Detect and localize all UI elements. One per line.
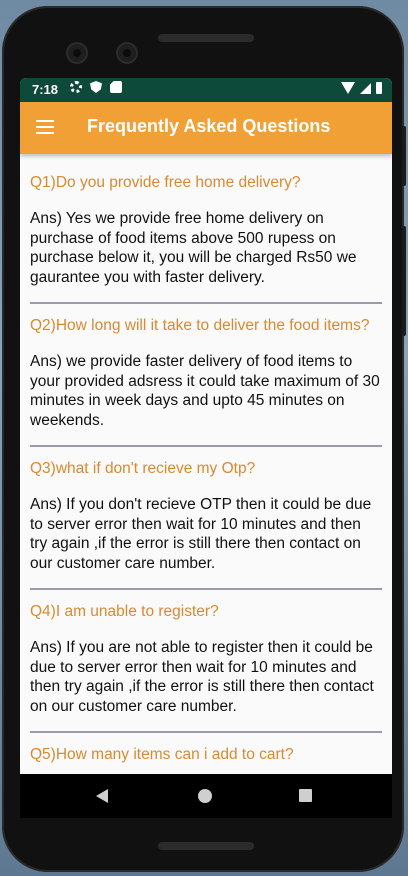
faq-item: Q3)what if don't recieve my Otp? Ans) If…: [20, 447, 392, 590]
bottom-speaker: [158, 842, 254, 850]
faq-item: Q2)How long will it take to deliver the …: [20, 304, 392, 447]
notification-icons: [70, 81, 122, 93]
faq-item: Q5)How many items can i add to cart?: [20, 733, 392, 765]
faq-answer: Ans) we provide faster delivery of food …: [30, 353, 380, 429]
app-bar: Frequently Asked Questions: [20, 102, 392, 154]
screen: 7:18 Frequently Asked Questions Q1)Do yo…: [20, 78, 392, 818]
wifi-icon: [341, 82, 355, 94]
status-bar: 7:18: [20, 78, 392, 102]
settings-icon: [70, 81, 82, 93]
faq-question: Q3)what if don't recieve my Otp?: [30, 460, 256, 477]
faq-item: Q1)Do you provide free home delivery? An…: [20, 154, 392, 304]
menu-icon[interactable]: [36, 120, 54, 134]
earpiece-speaker: [158, 34, 254, 42]
power-button: [402, 126, 406, 186]
signal-icon: [360, 82, 371, 94]
faq-answer: Ans) If you don't recieve OTP then it co…: [30, 496, 372, 572]
faq-list[interactable]: Q1)Do you provide free home delivery? An…: [20, 154, 392, 774]
faq-answer: Ans) Yes we provide free home delivery o…: [30, 210, 357, 286]
faq-question: Q5)How many items can i add to cart?: [30, 746, 294, 763]
back-icon[interactable]: [96, 789, 108, 803]
faq-item: Q4)I am unable to register? Ans) If you …: [20, 590, 392, 733]
faq-question: Q4)I am unable to register?: [30, 603, 219, 620]
home-icon[interactable]: [198, 789, 212, 803]
volume-button: [402, 226, 406, 336]
faq-question: Q2)How long will it take to deliver the …: [30, 317, 370, 334]
front-sensor: [116, 42, 138, 64]
front-camera: [66, 42, 88, 64]
navigation-bar: [20, 774, 392, 818]
sim-card-icon: [110, 81, 122, 93]
shield-icon: [90, 81, 102, 93]
system-icons: [341, 82, 382, 94]
faq-answer: Ans) If you are not able to register the…: [30, 639, 374, 715]
faq-question: Q1)Do you provide free home delivery?: [30, 174, 301, 191]
recents-icon[interactable]: [299, 789, 312, 802]
phone-frame: 7:18 Frequently Asked Questions Q1)Do yo…: [2, 6, 406, 872]
status-time: 7:18: [32, 82, 59, 97]
battery-icon: [376, 82, 382, 94]
page-title: Frequently Asked Questions: [87, 116, 331, 136]
